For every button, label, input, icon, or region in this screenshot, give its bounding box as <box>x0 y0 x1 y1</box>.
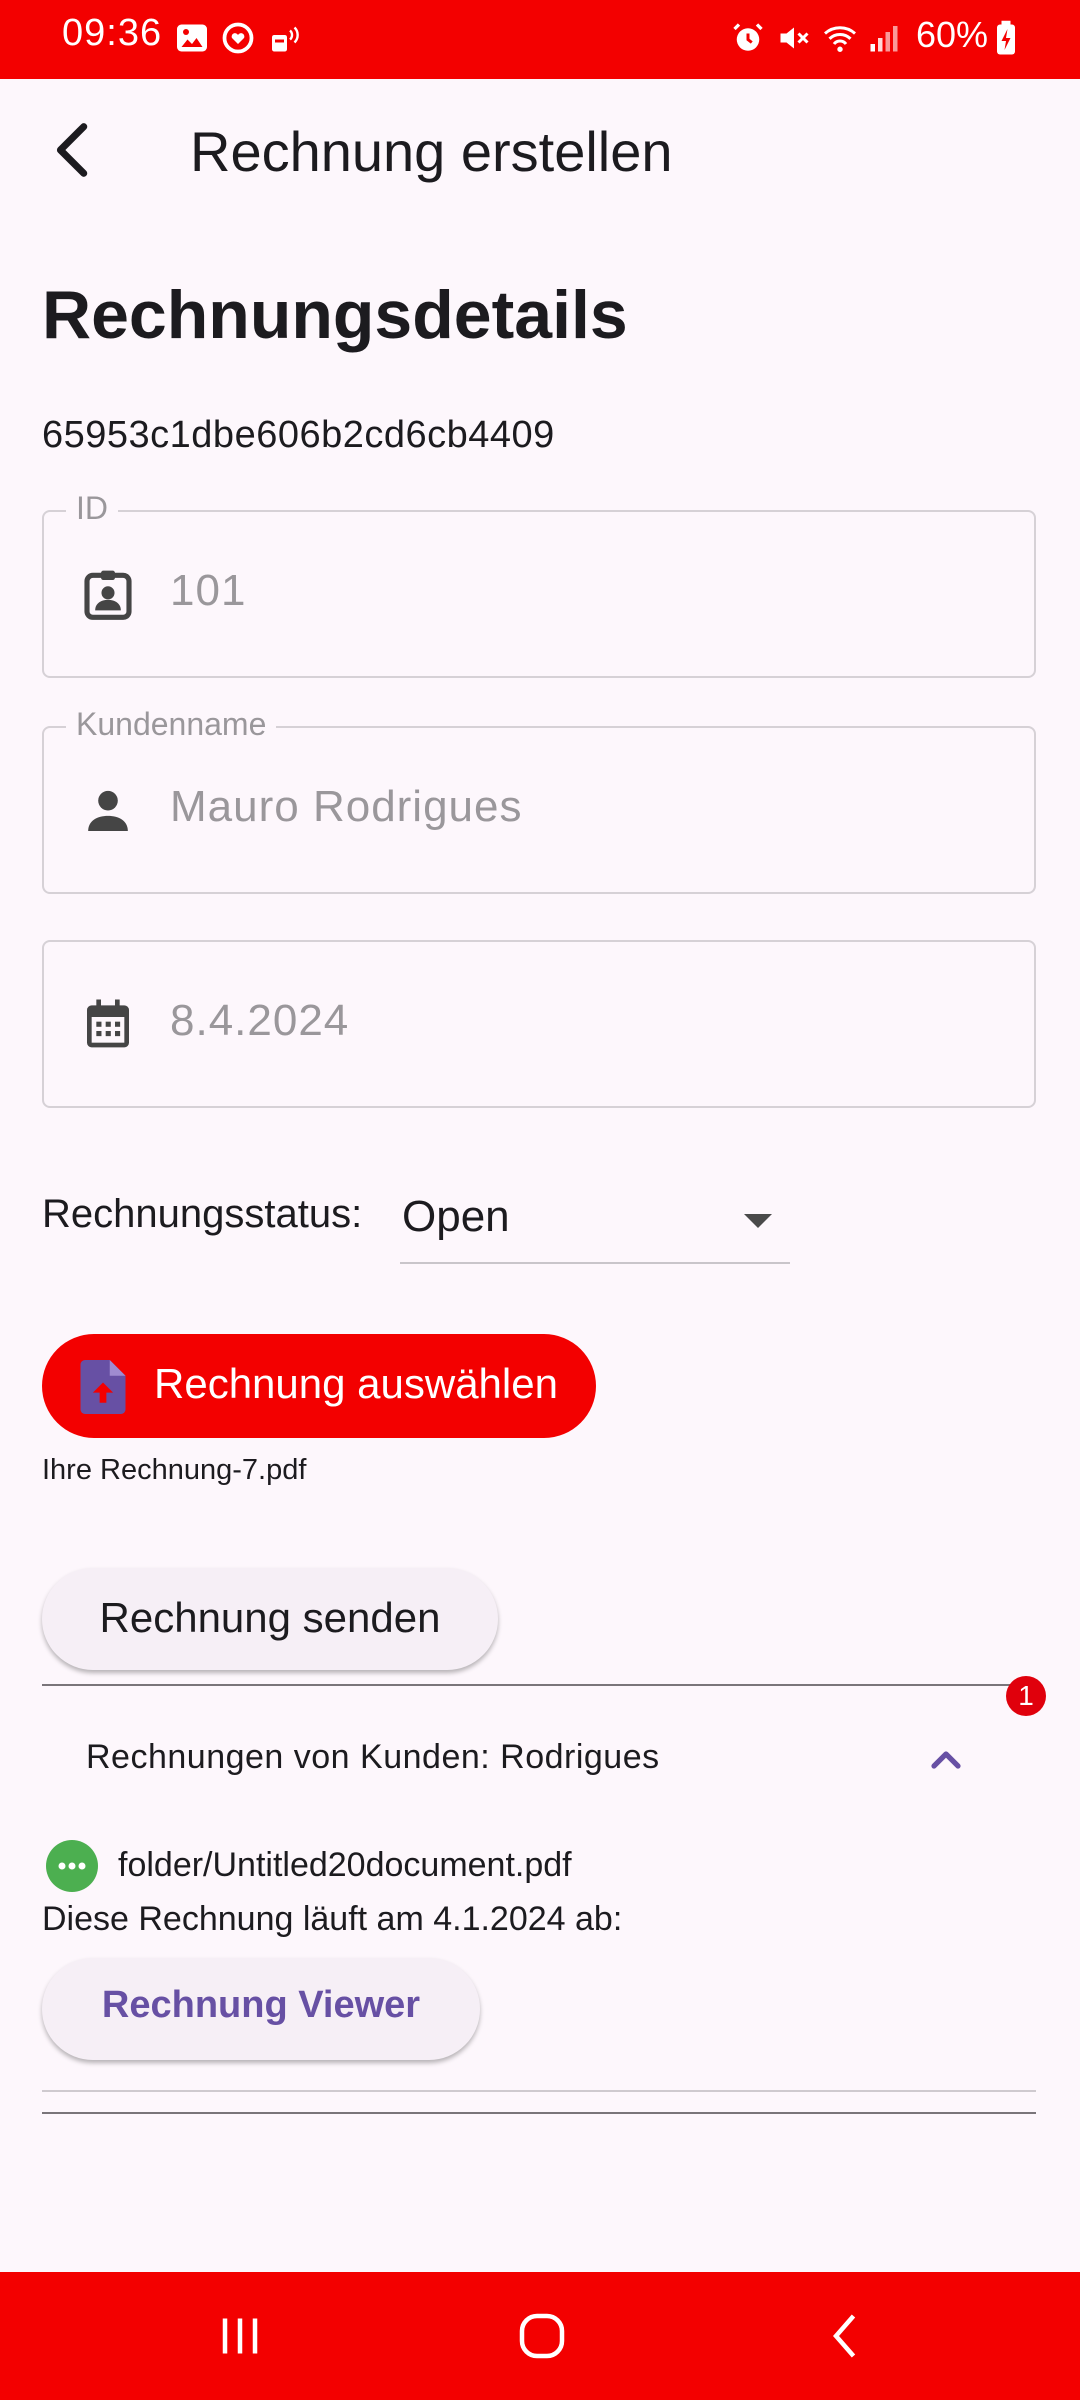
back-icon[interactable] <box>816 2306 876 2366</box>
customer-name-field[interactable]: Kundenname Mauro Rodrigues <box>42 706 1036 894</box>
send-invoice-button[interactable]: Rechnung senden <box>42 1568 498 1670</box>
invoice-status-dropdown[interactable]: Open <box>400 1180 790 1264</box>
battery-percent: 60% <box>916 14 989 55</box>
expiry-text: Diese Rechnung läuft am 4.1.2024 ab: <box>42 1900 623 1938</box>
section-title: Rechnungsdetails <box>42 277 628 353</box>
battery-charging-icon <box>997 20 1015 55</box>
divider <box>42 2090 1036 2092</box>
customer-invoices-title: Rechnungen von Kunden: Rodrigues <box>86 1738 660 1776</box>
image-icon <box>177 24 207 52</box>
id-badge-icon <box>84 570 132 620</box>
nfc-pay-icon <box>272 26 299 52</box>
date-field-value: 8.4.2024 <box>170 996 350 1045</box>
selected-file-name: Ihre Rechnung-7.pdf <box>42 1454 307 1486</box>
calendar-icon <box>87 999 129 1048</box>
recent-apps-icon[interactable] <box>210 2306 270 2366</box>
id-field-value: 101 <box>170 566 247 615</box>
customer-invoices-header[interactable]: Rechnungen von Kunden: Rodrigues <box>42 1718 1036 1800</box>
customer-name-label: Kundenname <box>66 706 277 743</box>
file-upload-icon <box>80 1360 126 1414</box>
invoice-status-label: Rechnungsstatus: <box>42 1192 363 1236</box>
document-path: folder/Untitled20document.pdf <box>118 1846 572 1884</box>
wifi-icon <box>824 26 856 52</box>
alarm-icon <box>733 23 763 51</box>
screen: 09:36 60% Rechnung erstellen Rechnungsde… <box>0 0 1080 2400</box>
invoice-object-id: 65953c1dbe606b2cd6cb4409 <box>42 414 555 456</box>
signal-icon <box>870 26 898 52</box>
more-status-icon <box>46 1840 98 1892</box>
divider <box>42 1684 1036 1686</box>
select-invoice-label: Rechnung auswählen <box>154 1360 558 1407</box>
chevron-up-icon[interactable] <box>922 1736 970 1784</box>
invoice-status-value: Open <box>402 1192 510 1241</box>
id-field[interactable]: ID 101 <box>42 490 1036 678</box>
home-icon[interactable] <box>512 2306 572 2366</box>
mute-icon <box>780 27 809 49</box>
status-bar: 09:36 60% <box>0 0 1080 79</box>
navigation-bar <box>0 2272 1080 2400</box>
dropdown-arrow-icon <box>744 1214 772 1228</box>
invoice-viewer-button[interactable]: Rechnung Viewer <box>42 1958 480 2060</box>
status-time: 09:36 <box>62 12 163 54</box>
back-arrow-icon[interactable] <box>40 115 110 185</box>
app-title: Rechnung erstellen <box>190 120 673 183</box>
invoice-viewer-label: Rechnung Viewer <box>101 1984 421 2026</box>
id-field-label: ID <box>66 490 118 527</box>
date-field[interactable]: 8.4.2024 <box>42 940 1036 1108</box>
heart-ring-icon <box>222 22 254 54</box>
person-icon <box>88 790 128 831</box>
notification-badge: 1 <box>1006 1676 1046 1716</box>
app-bar: Rechnung erstellen <box>0 79 1080 229</box>
divider <box>42 2112 1036 2114</box>
customer-name-value: Mauro Rodrigues <box>170 782 523 831</box>
send-invoice-label: Rechnung senden <box>99 1594 441 1641</box>
select-invoice-button[interactable]: Rechnung auswählen <box>42 1334 596 1438</box>
